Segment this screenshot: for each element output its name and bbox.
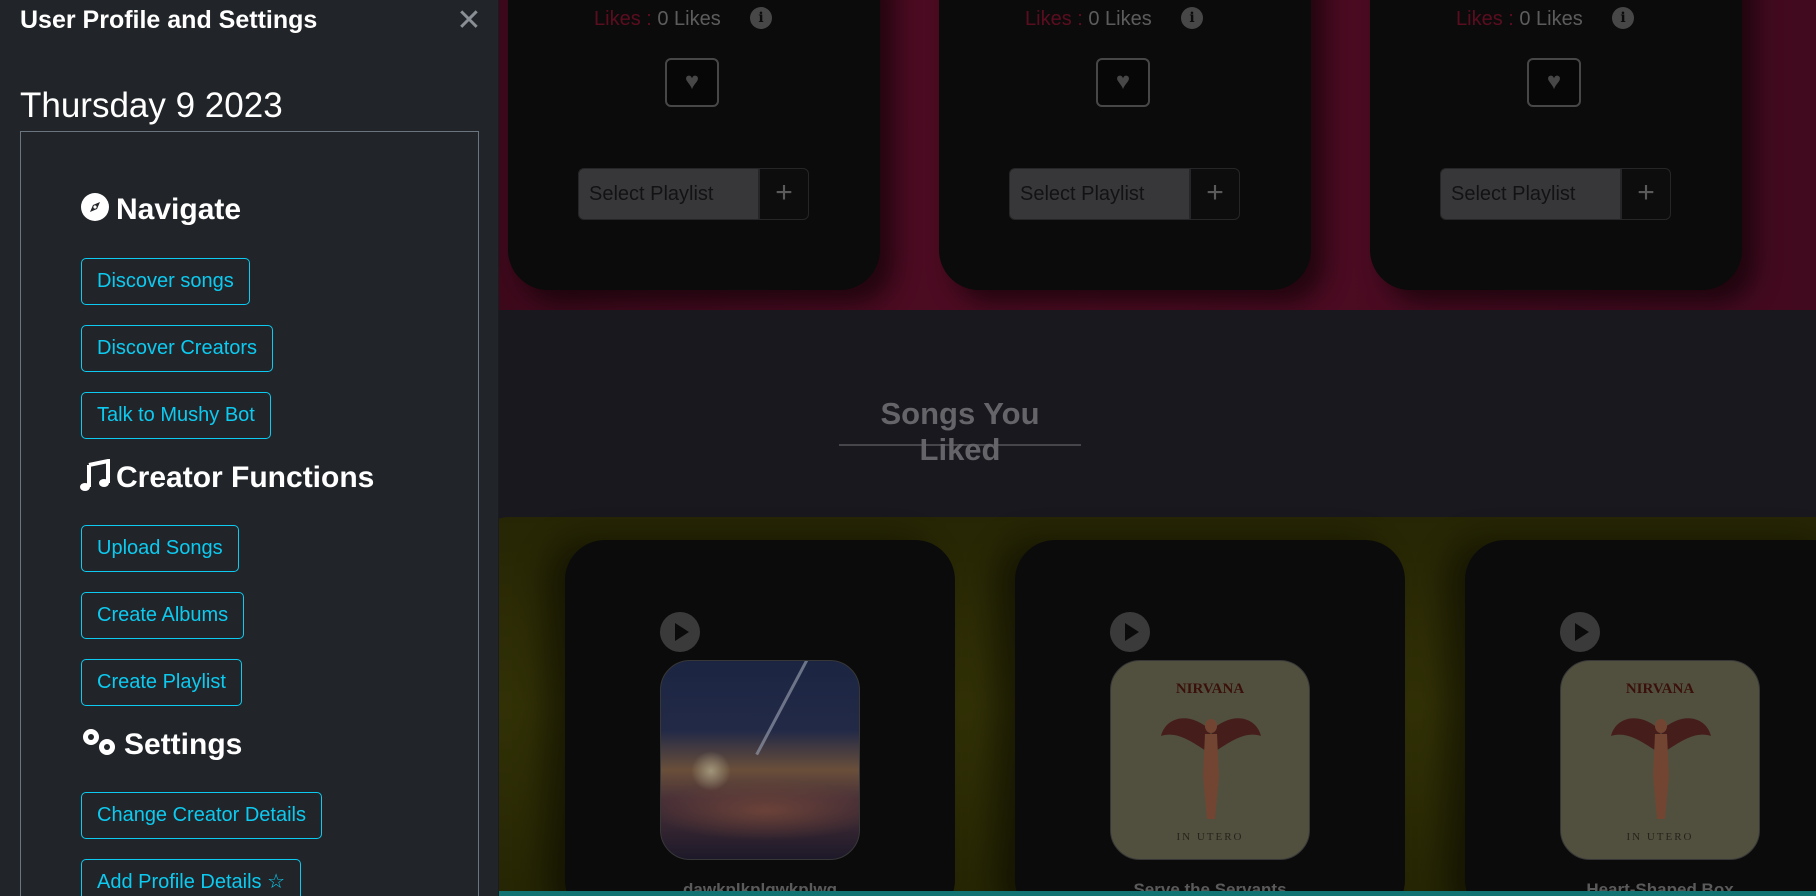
navigate-heading: Navigate [80, 192, 241, 230]
create-albums-button[interactable]: Create Albums [81, 592, 245, 639]
close-icon[interactable]: ✕ [455, 6, 483, 36]
date-display: Thursday 9 2023 [20, 86, 283, 125]
offcanvas-panel: User Profile and Settings ✕ Thursday 9 2… [0, 0, 499, 896]
menu-box [20, 131, 479, 896]
creator-functions-heading: Creator Functions [80, 458, 375, 499]
discover-songs-button[interactable]: Discover songs [81, 258, 250, 305]
compass-icon [80, 192, 110, 230]
upload-songs-button[interactable]: Upload Songs [81, 525, 239, 572]
settings-heading: Settings [80, 726, 242, 766]
talk-to-bot-button[interactable]: Talk to Mushy Bot [81, 392, 271, 439]
gears-icon [80, 726, 118, 766]
change-creator-details-button[interactable]: Change Creator Details [81, 792, 322, 839]
add-profile-details-label: Add Profile Details [97, 871, 262, 893]
star-icon: ☆ [267, 871, 286, 893]
add-profile-details-button[interactable]: Add Profile Details ☆ [81, 859, 302, 896]
panel-title: User Profile and Settings [20, 6, 318, 34]
music-note-icon [80, 458, 110, 499]
creator-functions-heading-label: Creator Functions [116, 460, 375, 494]
navigate-heading-label: Navigate [116, 192, 242, 226]
settings-heading-label: Settings [124, 727, 243, 761]
discover-creators-button[interactable]: Discover Creators [81, 325, 274, 372]
create-playlist-button[interactable]: Create Playlist [81, 659, 242, 706]
